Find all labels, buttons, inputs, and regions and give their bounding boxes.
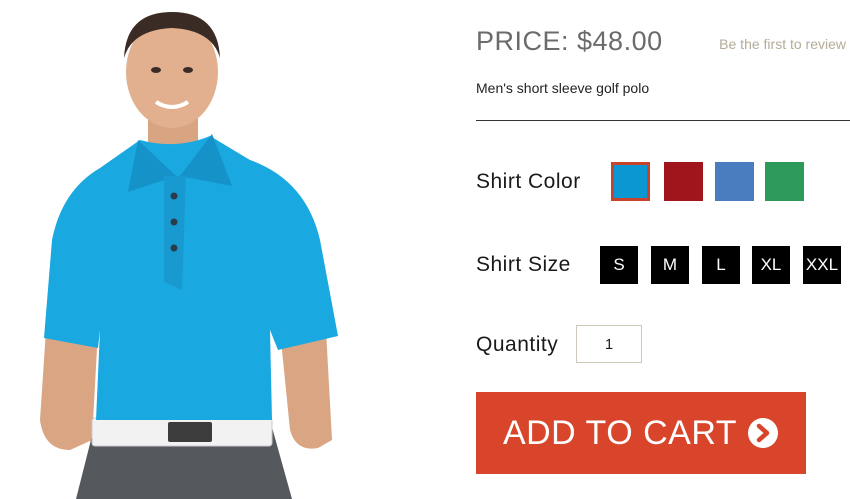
color-swatch-red[interactable] — [664, 162, 703, 201]
add-to-cart-button[interactable]: ADD TO CART — [476, 392, 806, 474]
product-description: Men's short sleeve golf polo — [476, 80, 650, 96]
color-swatch-turquoise[interactable] — [611, 162, 650, 201]
shirt-size-label: Shirt Size — [476, 253, 571, 276]
quantity-label: Quantity — [476, 333, 559, 356]
size-button-s[interactable]: S — [600, 246, 638, 284]
color-swatch-green[interactable] — [765, 162, 804, 201]
size-button-m[interactable]: M — [651, 246, 689, 284]
chevron-right-circle-icon — [748, 418, 779, 448]
size-button-xxl[interactable]: XXL — [803, 246, 841, 284]
color-swatch-blue[interactable] — [715, 162, 754, 201]
write-review-link[interactable]: Be the first to review — [719, 36, 846, 52]
size-button-l[interactable]: L — [702, 246, 740, 284]
size-button-xl[interactable]: XL — [752, 246, 790, 284]
product-image — [40, 12, 338, 499]
quantity-input[interactable] — [576, 325, 642, 363]
price: PRICE: $48.00 — [476, 26, 663, 56]
divider — [476, 120, 850, 121]
product-details-panel: PRICE: $48.00 Be the first to review Men… — [476, 0, 850, 499]
add-to-cart-label: ADD TO CART — [502, 413, 738, 452]
right-arm — [280, 330, 332, 449]
price-row: PRICE: $48.00 Be the first to review — [476, 26, 850, 56]
left-arm — [40, 330, 98, 450]
belt-buckle — [168, 422, 212, 442]
shirt-color-label: Shirt Color — [476, 170, 581, 193]
